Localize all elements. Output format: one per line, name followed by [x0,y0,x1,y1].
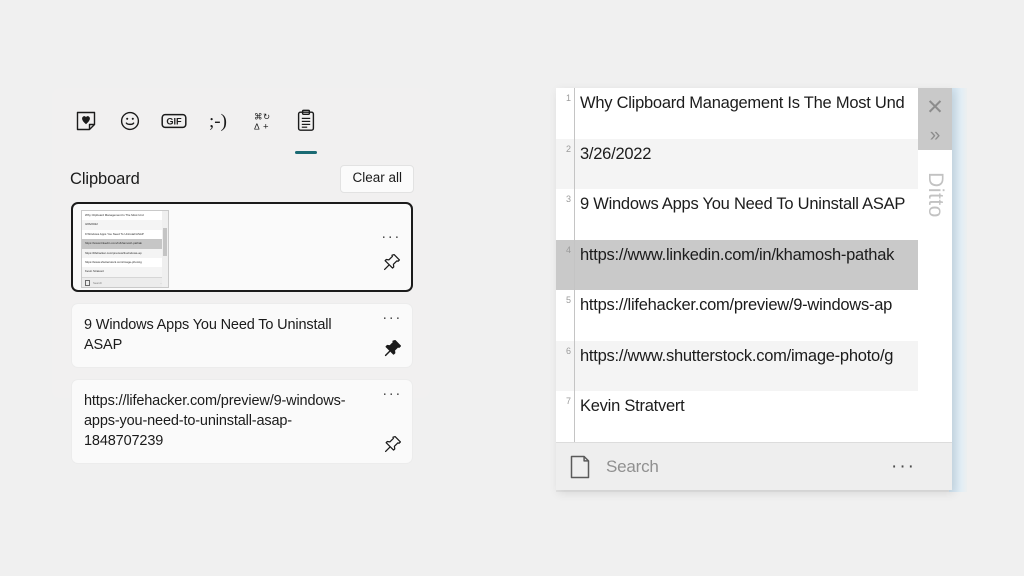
ditto-gutter-divider [574,341,575,392]
emoji-icon [119,106,141,136]
clear-all-button[interactable]: Clear all [340,165,414,193]
ditto-list-item[interactable]: 6 https://www.shutterstock.com/image-pho… [556,341,952,392]
ditto-list-item[interactable]: 1 Why Clipboard Management Is The Most U… [556,88,952,139]
clipboard-tab-indicator [295,151,317,154]
symbols-icon: ⌘ ↻ Δ + [250,106,274,136]
ditto-search-more-button[interactable]: ··· [891,463,940,471]
ditto-item-text: 3/26/2022 [574,139,952,166]
clipboard-item-more-button[interactable]: ··· [382,389,402,399]
ditto-item-text: https://www.linkedin.com/in/khamosh-path… [574,240,952,267]
ditto-item-number: 7 [556,391,574,406]
sticker-icon [75,106,97,136]
thumbnail-row: Why Clipboard Management Is The Most Und [82,211,168,220]
ditto-item-text: Why Clipboard Management Is The Most Und [574,88,952,115]
svg-text:↻: ↻ [263,112,270,122]
ditto-item-number: 6 [556,341,574,356]
ditto-item-number: 1 [556,88,574,103]
ditto-clip-list: 1 Why Clipboard Management Is The Most U… [556,88,952,442]
clipboard-tab[interactable] [284,106,328,150]
clipboard-item-text-content: 9 Windows Apps You Need To Uninstall ASA… [84,315,368,355]
thumbnail-scrollbar [162,211,168,287]
svg-text:⌘: ⌘ [254,112,263,122]
clipboard-item-image[interactable]: Why Clipboard Management Is The Most Und… [71,202,413,292]
clipboard-panel: GIF ;-) ⌘ ↻ Δ + [52,88,430,398]
ditto-item-text: https://lifehacker.com/preview/9-windows… [574,290,952,317]
clipboard-item-text[interactable]: 9 Windows Apps You Need To Uninstall ASA… [71,303,413,368]
thumbnail-row: Kevin Stratvert [82,267,168,276]
thumbnail-rows: Why Clipboard Management Is The Most Und… [82,211,168,277]
symbols-tab[interactable]: ⌘ ↻ Δ + [240,106,284,150]
gif-icon: GIF [161,106,187,136]
ditto-item-text: 9 Windows Apps You Need To Uninstall ASA… [574,189,952,216]
svg-text:Δ: Δ [254,122,260,132]
gif-tab[interactable]: GIF [152,106,196,150]
clipboard-item-thumbnail: Why Clipboard Management Is The Most Und… [81,210,169,288]
thumbnail-row: https://lifehacker.com/preview/9-windows… [82,249,168,258]
ditto-window-controls: ✕ » [918,88,952,150]
ditto-item-number: 3 [556,189,574,204]
clipboard-note-icon [569,454,591,480]
ditto-item-number: 4 [556,240,574,255]
ditto-list-item[interactable]: 2 3/26/2022 [556,139,952,190]
page-title: Clipboard [70,170,140,189]
thumbnail-search-placeholder: Search [93,281,102,285]
thumbnail-row: 9 Windows Apps You Need To Uninstall ASA… [82,230,168,239]
clipboard-item-more-button[interactable]: ··· [381,232,401,242]
chevron-double-right-icon[interactable]: » [920,121,950,149]
thumbnail-row: 3/26/2022 [82,220,168,229]
thumbnail-row: https://www.shutterstock.com/image-photo… [82,258,168,267]
ditto-item-number: 5 [556,290,574,305]
ditto-item-text: Kevin Stratvert [574,391,952,418]
thumbnail-search-icon [85,280,90,286]
ditto-list-item[interactable]: 3 9 Windows Apps You Need To Uninstall A… [556,189,952,240]
clipboard-item-more-button[interactable]: ··· [382,313,402,323]
ditto-item-text: https://www.shutterstock.com/image-photo… [574,341,952,368]
close-icon[interactable]: ✕ [920,93,950,121]
clipboard-toolbar: GIF ;-) ⌘ ↻ Δ + [52,88,430,150]
clipboard-item-pin-button-active[interactable] [383,338,403,358]
ditto-list-item-selected[interactable]: 4 https://www.linkedin.com/in/khamosh-pa… [556,240,952,291]
ditto-gutter-divider [574,240,575,291]
clipboard-item-pin-button[interactable] [382,252,402,272]
ditto-window: ✕ » Ditto 1 Why Clipboard Management Is … [556,88,952,490]
clipboard-item-text-content: https://lifehacker.com/preview/9-windows… [84,391,368,451]
clipboard-header: Clipboard Clear all [52,150,430,194]
clipboard-item-pin-button[interactable] [383,434,403,454]
ditto-right-filler [918,240,952,442]
ditto-list-item[interactable]: 7 Kevin Stratvert [556,391,952,442]
thumbnail-row: https://www.linkedin.com/in/khamosh-path… [82,239,168,248]
emoji-tab[interactable] [108,106,152,150]
clipboard-item-list: Why Clipboard Management Is The Most Und… [52,194,430,464]
ditto-list-item[interactable]: 5 https://lifehacker.com/preview/9-windo… [556,290,952,341]
kaomoji-tab[interactable]: ;-) [196,106,240,150]
ditto-brand-label: Ditto [918,150,952,240]
ditto-gutter-divider [574,290,575,341]
svg-text:+: + [263,122,269,133]
ditto-brand-text: Ditto [923,172,947,218]
ditto-gutter-divider [574,189,575,240]
ditto-gutter-divider [574,391,575,442]
sticker-tab[interactable] [64,106,108,150]
kaomoji-icon: ;-) [209,106,227,136]
thumbnail-search-bar: Search ··· [82,277,168,288]
ditto-item-number: 2 [556,139,574,154]
kaomoji-label: ;-) [209,112,227,131]
ditto-gutter-divider [574,88,575,139]
ditto-gutter-divider [574,139,575,190]
ditto-search-bar: ··· [556,442,952,490]
clipboard-icon [295,106,317,136]
clipboard-item-text[interactable]: https://lifehacker.com/preview/9-windows… [71,379,413,464]
svg-text:GIF: GIF [166,117,182,127]
search-input[interactable] [606,457,891,477]
